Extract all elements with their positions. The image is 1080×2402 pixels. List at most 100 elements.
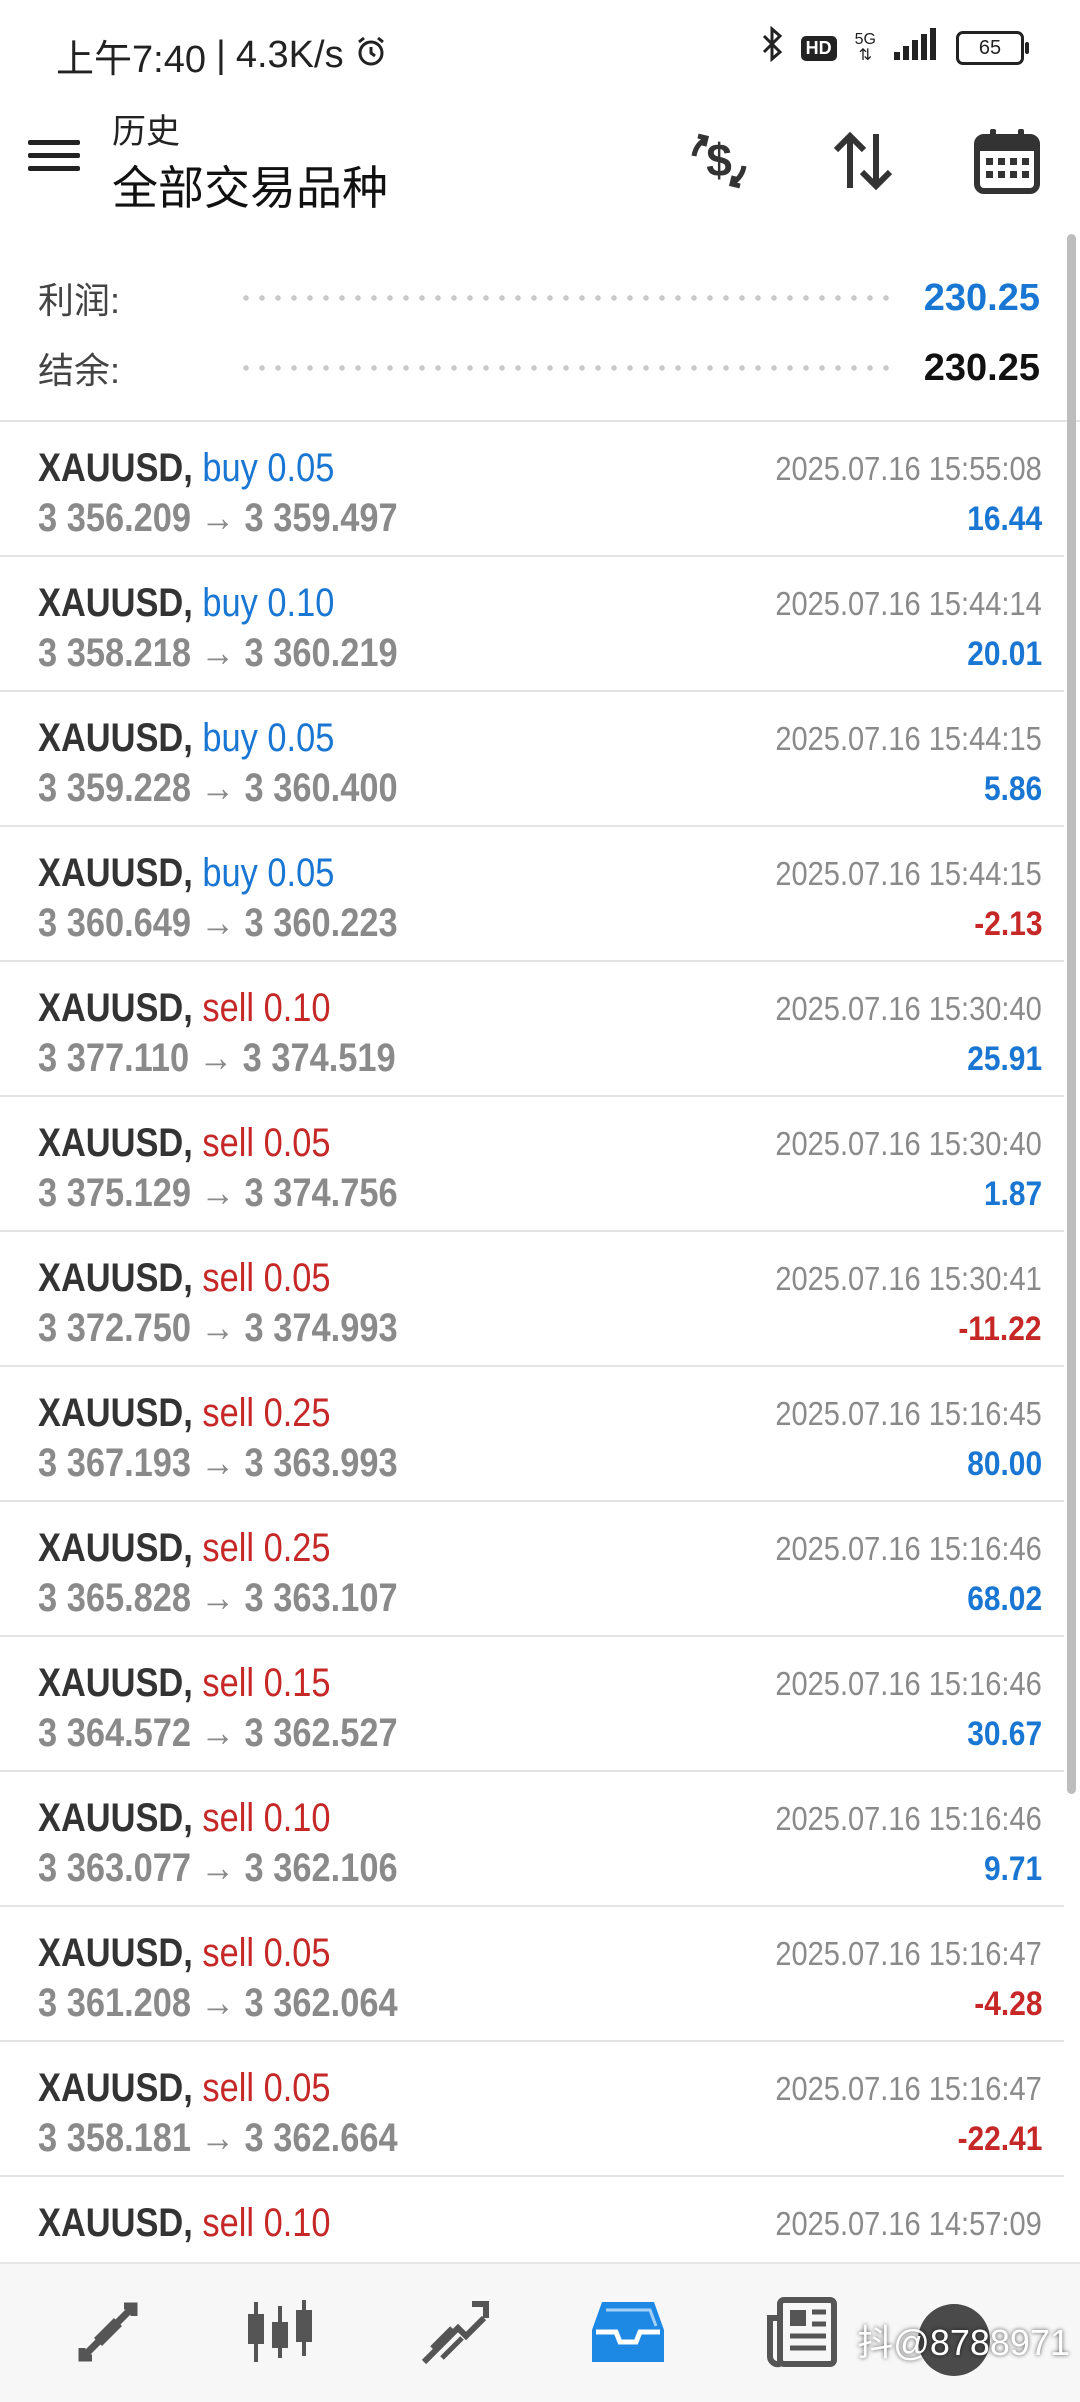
- deal-profit: -4.28: [973, 1985, 1042, 2023]
- deal-symbol: XAUUSD,: [38, 1796, 193, 1840]
- currency-exchange-icon[interactable]: $: [680, 122, 758, 200]
- deal-symbol: XAUUSD,: [38, 1391, 193, 1435]
- deal-type: sell 0.25: [202, 1526, 331, 1570]
- battery-level: 65: [978, 36, 1002, 59]
- deal-symbol-line: XAUUSD, sell 0.05: [38, 1256, 331, 1301]
- deal-row[interactable]: XAUUSD, sell 0.15 3 364.572 → 3 362.527 20…: [0, 1637, 1064, 1772]
- deal-profit: 9.71: [983, 1850, 1042, 1888]
- profit-value: 230.25: [923, 276, 1040, 319]
- deal-type: sell 0.10: [202, 2201, 331, 2245]
- deal-symbol: XAUUSD,: [38, 1526, 193, 1570]
- svg-text:$: $: [706, 134, 732, 186]
- deal-type: buy 0.05: [202, 446, 335, 490]
- profit-row: 利润: 230.25: [38, 268, 1040, 328]
- deal-row[interactable]: XAUUSD, sell 0.10 3 363.077 → 3 362.106 20…: [0, 1772, 1064, 1907]
- balance-label: 结余:: [38, 350, 121, 391]
- status-speed: 4.3K/s: [235, 34, 344, 76]
- deal-profit: -2.13: [973, 905, 1042, 943]
- battery-icon: 65: [956, 31, 1029, 65]
- deal-profit: -11.22: [958, 1310, 1042, 1348]
- deal-time: 2025.07.16 15:16:46: [775, 1800, 1042, 1837]
- status-time: 上午7:40: [56, 39, 206, 81]
- status-bar: 上午7:40 | 4.3K/s HD 5G ⇅ 65: [0, 0, 1080, 100]
- deal-row[interactable]: XAUUSD, sell 0.05 3 375.129 → 3 374.756 20…: [0, 1097, 1064, 1232]
- deal-type: sell 0.05: [202, 1121, 331, 1165]
- deal-profit: 20.01: [967, 635, 1042, 673]
- deal-type: buy 0.10: [202, 581, 335, 625]
- quotes-icon[interactable]: [68, 2292, 148, 2372]
- deal-prices: 3 372.750 → 3 374.993: [38, 1306, 398, 1350]
- deal-time: 2025.07.16 15:16:46: [775, 1530, 1042, 1567]
- signal-icon: [894, 28, 938, 68]
- watermark: 抖@8788971: [857, 2322, 1070, 2363]
- deal-time: 2025.07.16 15:30:40: [775, 990, 1042, 1027]
- deal-prices: 3 375.129 → 3 374.756: [38, 1171, 398, 1215]
- deal-row[interactable]: XAUUSD, sell 0.05 3 372.750 → 3 374.993 20…: [0, 1232, 1064, 1367]
- deal-prices: 3 377.110 → 3 374.519: [38, 1036, 396, 1080]
- profit-label: 利润:: [38, 280, 121, 321]
- deal-row[interactable]: XAUUSD, sell 0.10 3 377.110 → 3 374.519 20…: [0, 962, 1064, 1097]
- balance-value: 230.25: [923, 346, 1040, 389]
- deal-prices: 3 365.828 → 3 363.107: [38, 1576, 398, 1620]
- balance-row: 结余: 230.25: [38, 338, 1040, 398]
- deal-row[interactable]: XAUUSD, sell 0.10 2025.07.16 14:57:09: [0, 2177, 1064, 2262]
- scrollbar[interactable]: [1067, 234, 1076, 1794]
- deal-row[interactable]: XAUUSD, buy 0.05 3 356.209 → 3 359.497 202…: [0, 422, 1064, 557]
- deal-symbol-line: XAUUSD, buy 0.05: [38, 716, 334, 761]
- deal-row[interactable]: XAUUSD, buy 0.10 3 358.218 → 3 360.219 202…: [0, 557, 1064, 692]
- deal-type: sell 0.10: [202, 1796, 331, 1840]
- bluetooth-icon: [761, 25, 783, 70]
- news-icon[interactable]: [762, 2292, 842, 2372]
- history-icon[interactable]: [588, 2292, 668, 2372]
- trade-icon[interactable]: [414, 2292, 494, 2372]
- deal-symbol-line: XAUUSD, buy 0.05: [38, 446, 334, 491]
- deal-time: 2025.07.16 15:44:15: [775, 855, 1042, 892]
- deal-profit: 5.86: [983, 770, 1042, 808]
- deal-profit: 30.67: [967, 1715, 1042, 1753]
- network-label: 5G: [854, 31, 876, 48]
- symbol-filter[interactable]: 全部交易品种: [112, 152, 388, 218]
- deal-symbol: XAUUSD,: [38, 2201, 193, 2245]
- deal-profit: 1.87: [983, 1175, 1042, 1213]
- deal-symbol-line: XAUUSD, sell 0.05: [38, 1121, 331, 1166]
- deal-symbol: XAUUSD,: [38, 1121, 193, 1165]
- deal-row[interactable]: XAUUSD, sell 0.25 3 365.828 → 3 363.107 20…: [0, 1502, 1064, 1637]
- deal-profit: 25.91: [967, 1040, 1042, 1078]
- deal-symbol-line: XAUUSD, sell 0.25: [38, 1526, 331, 1571]
- deal-time: 2025.07.16 15:16:47: [775, 2070, 1042, 2107]
- deal-row[interactable]: XAUUSD, sell 0.05 3 361.208 → 3 362.064 20…: [0, 1907, 1064, 2042]
- deal-row[interactable]: XAUUSD, buy 0.05 3 359.228 → 3 360.400 202…: [0, 692, 1064, 827]
- deal-row[interactable]: XAUUSD, sell 0.05 3 358.181 → 3 362.664 20…: [0, 2042, 1064, 2177]
- deal-symbol: XAUUSD,: [38, 581, 193, 625]
- deal-type: buy 0.05: [202, 716, 335, 760]
- deal-type: sell 0.10: [202, 986, 331, 1030]
- sort-icon[interactable]: [824, 122, 902, 200]
- alarm-icon: [354, 34, 388, 78]
- deal-type: sell 0.15: [202, 1661, 331, 1705]
- deal-row[interactable]: XAUUSD, buy 0.05 3 360.649 → 3 360.223 202…: [0, 827, 1064, 962]
- deal-prices: 3 361.208 → 3 362.064: [38, 1981, 398, 2025]
- deal-time: 2025.07.16 15:44:14: [775, 585, 1042, 622]
- deal-symbol: XAUUSD,: [38, 1931, 193, 1975]
- calendar-icon[interactable]: [968, 122, 1046, 200]
- deal-type: sell 0.05: [202, 1931, 331, 1975]
- deal-symbol: XAUUSD,: [38, 1256, 193, 1300]
- deal-type: sell 0.25: [202, 1391, 331, 1435]
- deal-profit: 16.44: [967, 500, 1042, 538]
- menu-icon[interactable]: [28, 132, 80, 184]
- deal-row[interactable]: XAUUSD, sell 0.25 3 367.193 → 3 363.993 20…: [0, 1367, 1064, 1502]
- deal-time: 2025.07.16 15:30:40: [775, 1125, 1042, 1162]
- deal-time: 2025.07.16 14:57:09: [775, 2205, 1042, 2242]
- status-left: 上午7:40 | 4.3K/s: [56, 28, 388, 83]
- status-right: HD 5G ⇅ 65: [761, 25, 1029, 70]
- status-divider: |: [215, 34, 226, 76]
- chart-icon[interactable]: [240, 2292, 320, 2372]
- deal-symbol-line: XAUUSD, sell 0.25: [38, 1391, 331, 1436]
- deal-list[interactable]: XAUUSD, buy 0.05 3 356.209 → 3 359.497 202…: [0, 422, 1064, 2262]
- deal-symbol: XAUUSD,: [38, 446, 193, 490]
- network-indicator: 5G ⇅: [855, 32, 876, 64]
- data-arrows-icon: ⇅: [858, 47, 873, 64]
- deal-type: sell 0.05: [202, 1256, 331, 1300]
- deal-time: 2025.07.16 15:30:41: [775, 1260, 1042, 1297]
- dot-leader: [238, 365, 894, 371]
